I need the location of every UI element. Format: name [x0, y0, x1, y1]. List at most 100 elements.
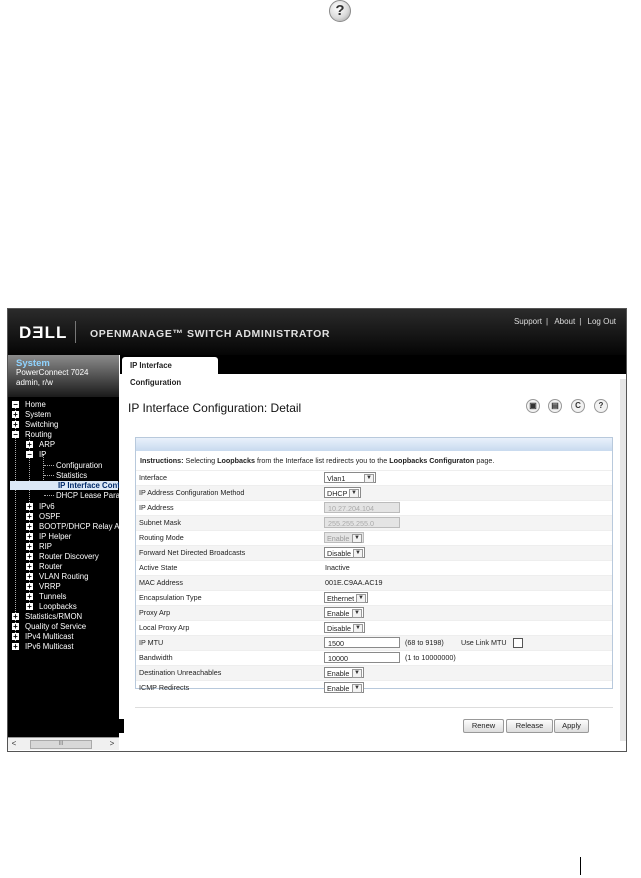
- expand-icon[interactable]: +: [26, 593, 33, 601]
- form-row: Local Proxy Arp Disable ▼: [136, 620, 612, 635]
- form-row: Proxy Arp Enable ▼: [136, 605, 612, 620]
- about-link[interactable]: About: [554, 317, 575, 326]
- dest-unreachables-select[interactable]: Enable ▼: [324, 667, 364, 678]
- tree-line: [44, 495, 54, 496]
- bandwidth-input[interactable]: 10000: [324, 652, 400, 663]
- nav-item-bootp-relay[interactable]: BOOTP/DHCP Relay Age: [39, 522, 119, 531]
- nav-item-dhcp-lease[interactable]: DHCP Lease Paran: [56, 491, 119, 500]
- form-row: IP Address 10.27.204.104: [136, 500, 612, 515]
- help-icon[interactable]: ?: [594, 399, 608, 413]
- header-banner: DƎLL OPENMANAGE™ SWITCH ADMINISTRATOR Su…: [8, 309, 626, 355]
- brand-title: OPENMANAGE™ SWITCH ADMINISTRATOR: [90, 328, 331, 340]
- nav-item-statistics[interactable]: Statistics: [56, 471, 87, 480]
- tree-line: [44, 475, 54, 476]
- expand-icon[interactable]: +: [26, 603, 33, 611]
- print-icon[interactable]: ▤: [548, 399, 562, 413]
- nav-item-ipv6[interactable]: IPv6: [39, 502, 55, 511]
- nav-item-ospf[interactable]: OSPF: [39, 512, 60, 521]
- nav-tree: − Home + System + Switching − Routing + …: [8, 397, 119, 737]
- nav-item-ip-interface-config[interactable]: IP Interface Conf: [10, 481, 119, 490]
- expand-icon[interactable]: +: [26, 513, 33, 521]
- form-row: IP Address Configuration Method DHCP ▼: [136, 485, 612, 500]
- interface-select[interactable]: Vlan1 ▼: [324, 472, 376, 483]
- system-user: admin, r/w: [16, 378, 53, 387]
- nav-item-system[interactable]: System: [25, 410, 51, 419]
- expand-icon[interactable]: +: [26, 553, 33, 561]
- expand-icon[interactable]: +: [12, 613, 19, 621]
- form-row: MAC Address 001E.C9AA.AC19: [136, 575, 612, 590]
- nav-item-ipv4-multicast[interactable]: IPv4 Multicast: [25, 632, 74, 641]
- chevron-down-icon: ▼: [353, 549, 363, 558]
- expand-icon[interactable]: +: [26, 441, 33, 449]
- tab-ip-interface-configuration[interactable]: IP Interface Configuration: [122, 357, 218, 387]
- expand-icon[interactable]: +: [26, 533, 33, 541]
- active-state-value: Inactive: [325, 563, 350, 572]
- content-vertical-scrollbar[interactable]: [620, 379, 626, 741]
- chevron-down-icon: ▼: [352, 669, 362, 678]
- expand-icon[interactable]: +: [12, 623, 19, 631]
- ip-mtu-input[interactable]: 1500: [324, 637, 400, 648]
- collapse-icon[interactable]: −: [12, 401, 19, 409]
- splitter-handle[interactable]: [119, 719, 124, 733]
- nav-item-ip-helper[interactable]: IP Helper: [39, 532, 71, 541]
- page-margin-bar: [580, 857, 581, 875]
- nav-item-arp[interactable]: ARP: [39, 440, 55, 449]
- routing-mode-select: Enable ▼: [324, 532, 364, 543]
- nav-horizontal-scrollbar[interactable]: < III >: [8, 737, 119, 750]
- expand-icon[interactable]: +: [12, 643, 19, 651]
- nav-item-vlan-routing[interactable]: VLAN Routing: [39, 572, 88, 581]
- top-links: Support | About | Log Out: [513, 317, 616, 326]
- support-link[interactable]: Support: [514, 317, 542, 326]
- expand-icon[interactable]: +: [26, 563, 33, 571]
- nav-item-qos[interactable]: Quality of Service: [25, 622, 86, 631]
- nav-item-rip[interactable]: RIP: [39, 542, 52, 551]
- instructions: Instructions: Selecting Loopbacks from t…: [140, 456, 495, 465]
- expand-icon[interactable]: +: [26, 523, 33, 531]
- scroll-right-icon[interactable]: >: [107, 739, 117, 748]
- apply-button[interactable]: Apply: [554, 719, 589, 733]
- panel-header: [136, 438, 612, 451]
- expand-icon[interactable]: +: [12, 421, 19, 429]
- chevron-down-icon: ▼: [349, 489, 359, 498]
- nav-item-tunnels[interactable]: Tunnels: [39, 592, 66, 601]
- expand-icon[interactable]: +: [26, 583, 33, 591]
- nav-item-ip[interactable]: IP: [39, 450, 46, 459]
- forward-broadcasts-select[interactable]: Disable ▼: [324, 547, 365, 558]
- mac-address-value: 001E.C9AA.AC19: [325, 578, 383, 587]
- nav-item-home[interactable]: Home: [25, 400, 46, 409]
- logout-link[interactable]: Log Out: [588, 317, 616, 326]
- refresh-icon[interactable]: C: [571, 399, 585, 413]
- nav-item-ipv6-multicast[interactable]: IPv6 Multicast: [25, 642, 74, 651]
- nav-item-vrrp[interactable]: VRRP: [39, 582, 61, 591]
- renew-button[interactable]: Renew: [463, 719, 504, 733]
- release-button[interactable]: Release: [506, 719, 553, 733]
- encapsulation-select[interactable]: Ethernet ▼: [324, 592, 368, 603]
- collapse-icon[interactable]: −: [12, 431, 19, 439]
- expand-icon[interactable]: +: [26, 573, 33, 581]
- expand-icon[interactable]: +: [26, 543, 33, 551]
- nav-item-router-discovery[interactable]: Router Discovery: [39, 552, 99, 561]
- nav-item-router[interactable]: Router: [39, 562, 62, 571]
- expand-icon[interactable]: +: [12, 633, 19, 641]
- help-icon: ?: [329, 0, 351, 22]
- tree-line: [15, 405, 16, 641]
- nav-item-statistics-rmon[interactable]: Statistics/RMON: [25, 612, 82, 621]
- detail-panel: Instructions: Selecting Loopbacks from t…: [135, 437, 613, 693]
- dell-logo: DƎLL: [19, 323, 68, 342]
- nav-item-routing[interactable]: Routing: [25, 430, 52, 439]
- scroll-left-icon[interactable]: <: [9, 739, 19, 748]
- use-link-mtu-checkbox[interactable]: [513, 638, 523, 648]
- config-method-select[interactable]: DHCP ▼: [324, 487, 361, 498]
- expand-icon[interactable]: +: [26, 503, 33, 511]
- proxy-arp-select[interactable]: Enable ▼: [324, 607, 364, 618]
- nav-item-loopbacks[interactable]: Loopbacks: [39, 602, 77, 611]
- local-proxy-arp-select[interactable]: Disable ▼: [324, 622, 365, 633]
- nav-item-configuration[interactable]: Configuration: [56, 461, 102, 470]
- bandwidth-range-hint: (1 to 10000000): [405, 653, 456, 662]
- expand-icon[interactable]: +: [12, 411, 19, 419]
- icmp-redirects-select[interactable]: Enable ▼: [324, 682, 364, 693]
- collapse-icon[interactable]: −: [26, 451, 33, 459]
- scroll-thumb[interactable]: III: [30, 740, 92, 749]
- nav-item-switching[interactable]: Switching: [25, 420, 58, 429]
- save-icon[interactable]: ▣: [526, 399, 540, 413]
